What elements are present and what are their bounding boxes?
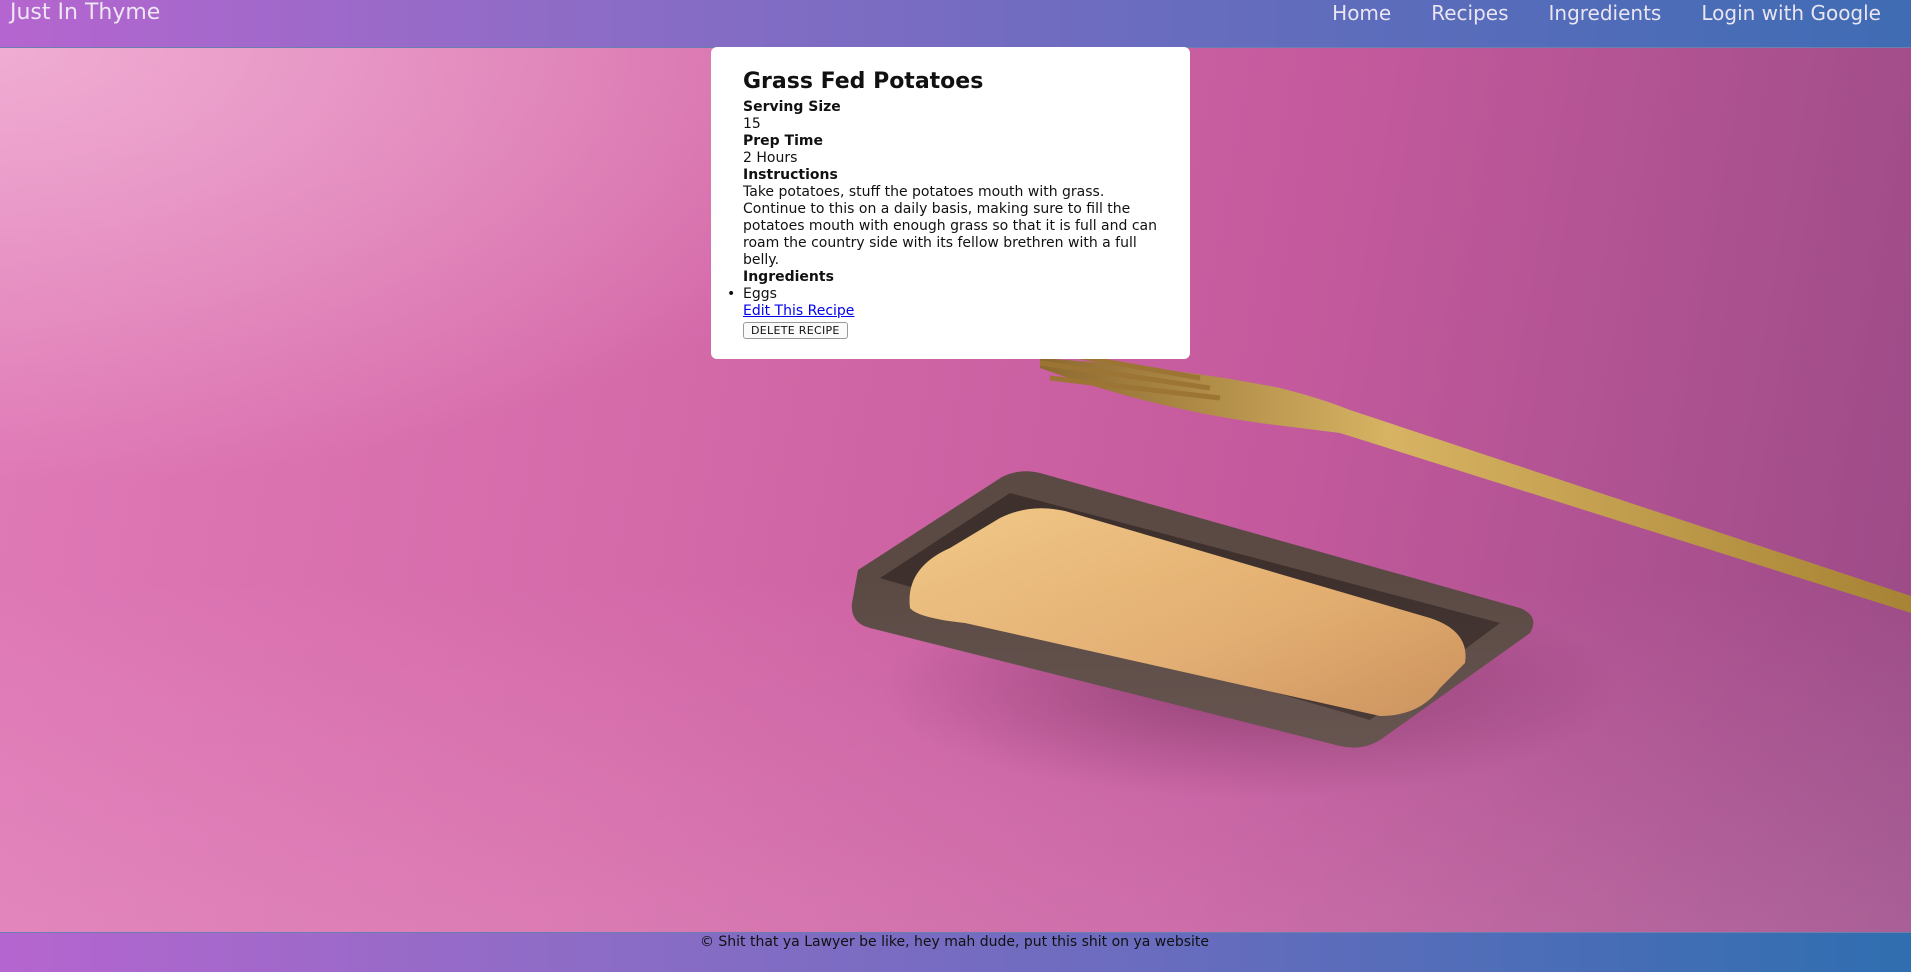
nav-links: Home Recipes Ingredients Login with Goog…: [1332, 0, 1881, 26]
instructions-label: Instructions: [743, 167, 838, 183]
recipe-card: Grass Fed Potatoes Serving Size 15 Prep …: [711, 47, 1190, 359]
nav-ingredients-link[interactable]: Ingredients: [1549, 0, 1662, 26]
serving-size-value: 15: [743, 116, 761, 132]
footer-copyright: © Shit that ya Lawyer be like, hey mah d…: [699, 934, 1210, 950]
prep-time-label: Prep Time: [743, 133, 823, 149]
ingredients-list: Eggs: [727, 286, 1158, 303]
nav-login-google-link[interactable]: Login with Google: [1701, 0, 1881, 26]
instructions-text: Take potatoes, stuff the potatoes mouth …: [743, 184, 1157, 268]
fork: [1029, 345, 1911, 613]
edit-recipe-link[interactable]: Edit This Recipe: [743, 303, 854, 320]
nav-recipes-link[interactable]: Recipes: [1431, 0, 1508, 26]
delete-recipe-button[interactable]: DELETE RECIPE: [743, 322, 848, 339]
ingredient-item: Eggs: [727, 286, 1158, 303]
navbar: Just In Thyme Home Recipes Ingredients L…: [0, 0, 1911, 48]
serving-size-label: Serving Size: [743, 99, 841, 115]
nav-home-link[interactable]: Home: [1332, 0, 1391, 26]
brand-link[interactable]: Just In Thyme: [10, 0, 160, 26]
footer: © Shit that ya Lawyer be like, hey mah d…: [0, 932, 1911, 972]
ingredients-label: Ingredients: [743, 269, 834, 285]
prep-time-value: 2 Hours: [743, 150, 798, 166]
recipe-title: Grass Fed Potatoes: [743, 69, 984, 94]
